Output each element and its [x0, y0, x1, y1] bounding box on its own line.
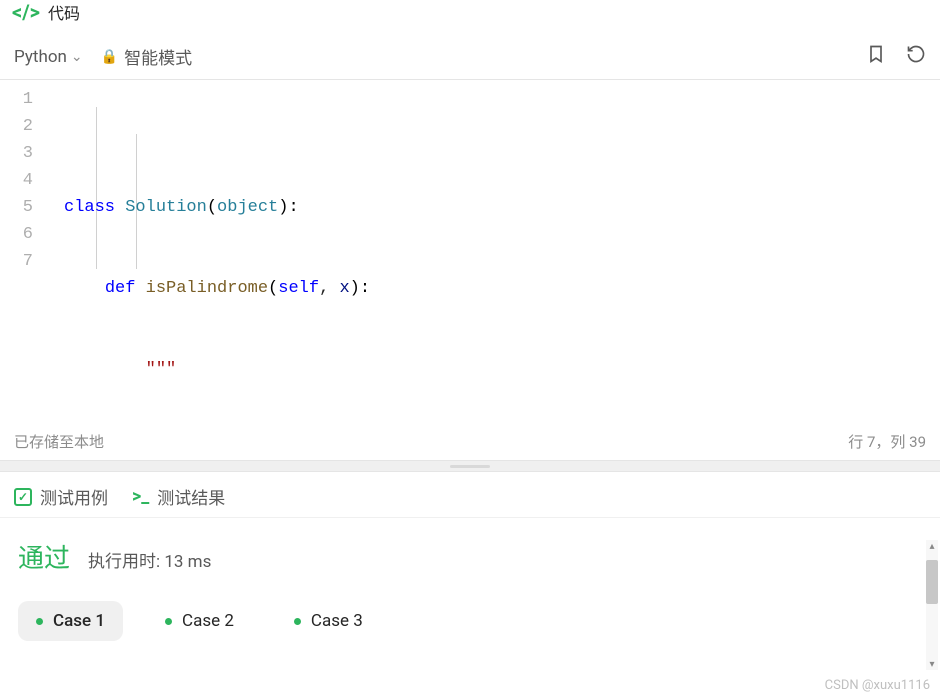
line-number: 4: [0, 167, 33, 194]
line-number: 5: [0, 194, 33, 221]
line-number: 3: [0, 140, 33, 167]
result-tabs: ✓ 测试用例 >_ 测试结果: [0, 472, 940, 518]
indent-guide: [96, 107, 97, 269]
result-status: 通过: [18, 538, 70, 575]
case-label: Case 2: [182, 611, 234, 631]
language-selector[interactable]: Python ⌄: [14, 47, 83, 67]
bookmark-icon[interactable]: [866, 44, 886, 69]
runtime-info: 执行用时: 13 ms: [88, 547, 211, 572]
code-line[interactable]: class Solution(object):: [64, 194, 940, 221]
case-tab-1[interactable]: Case 1: [18, 601, 123, 641]
cursor-position: 行 7，列 39: [848, 431, 926, 452]
status-dot-icon: [294, 618, 301, 625]
line-number: 6: [0, 221, 33, 248]
chevron-down-icon: ⌄: [71, 49, 83, 65]
language-label: Python: [14, 47, 67, 67]
save-status: 已存储至本地: [14, 431, 104, 452]
tab-label: 测试用例: [40, 484, 108, 509]
check-icon: ✓: [14, 488, 32, 506]
case-label: Case 3: [311, 611, 363, 631]
scroll-down-icon[interactable]: ▾: [926, 658, 938, 670]
result-panel: 通过 执行用时: 13 ms Case 1 Case 2 Case 3: [0, 518, 940, 698]
case-label: Case 1: [53, 611, 105, 631]
line-gutter: 1 2 3 4 5 6 7: [0, 80, 52, 422]
code-area[interactable]: class Solution(object): def isPalindrome…: [52, 80, 940, 422]
mode-label: 智能模式: [124, 44, 192, 69]
scroll-up-icon[interactable]: ▴: [926, 540, 938, 552]
code-icon: </>: [12, 0, 40, 24]
tab-test-cases[interactable]: ✓ 测试用例: [14, 484, 108, 509]
terminal-icon: >_: [132, 486, 149, 507]
panel-divider[interactable]: [0, 460, 940, 472]
panel-title: 代码: [48, 0, 80, 24]
tab-test-results[interactable]: >_ 测试结果: [132, 484, 225, 509]
scrollbar-thumb[interactable]: [926, 560, 938, 604]
mode-indicator[interactable]: 🔒 智能模式: [101, 44, 192, 69]
case-tab-2[interactable]: Case 2: [147, 601, 252, 641]
code-line[interactable]: def isPalindrome(self, x):: [64, 275, 940, 302]
status-dot-icon: [165, 618, 172, 625]
tab-label: 测试结果: [157, 484, 225, 509]
status-bar: 已存储至本地 行 7，列 39: [0, 422, 940, 460]
line-number: 1: [0, 86, 33, 113]
watermark: CSDN @xuxu1116: [825, 678, 930, 693]
code-line[interactable]: """: [64, 356, 940, 383]
reset-icon[interactable]: [906, 44, 926, 69]
status-dot-icon: [36, 618, 43, 625]
editor-toolbar: Python ⌄ 🔒 智能模式: [0, 34, 940, 80]
case-tab-3[interactable]: Case 3: [276, 601, 381, 641]
lock-icon: 🔒: [101, 49, 118, 65]
line-number: 2: [0, 113, 33, 140]
line-number: 7: [0, 248, 33, 275]
code-editor[interactable]: 1 2 3 4 5 6 7 class Solution(object): de…: [0, 80, 940, 422]
